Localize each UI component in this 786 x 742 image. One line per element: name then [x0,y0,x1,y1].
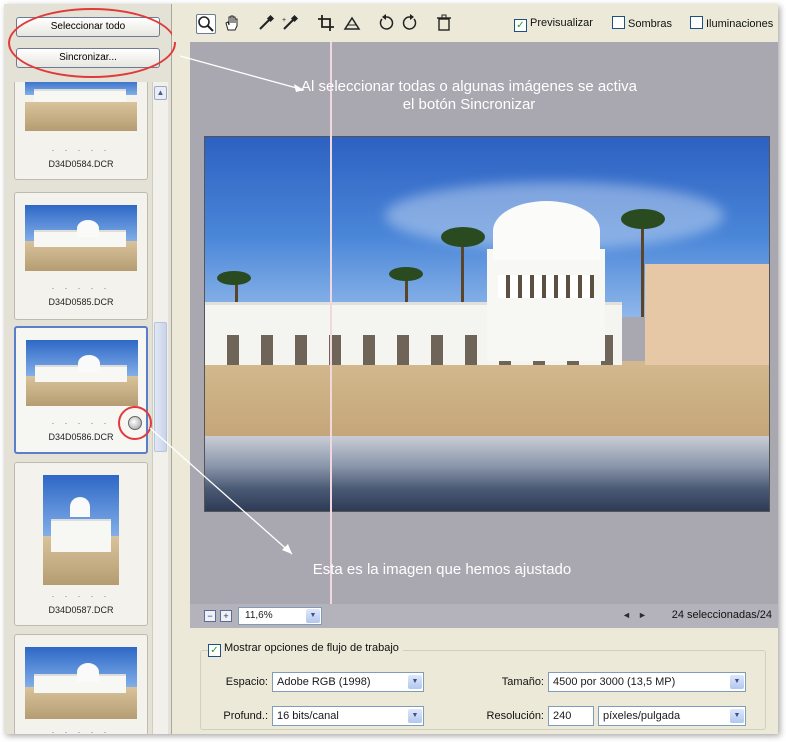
guide-line [330,42,332,604]
crop-icon[interactable] [316,14,336,34]
thumbnail-card[interactable]: . . . . . [14,634,148,734]
scroll-up-icon[interactable]: ▲ [154,86,167,100]
adjusted-settings-icon [128,416,142,430]
zoom-level-select[interactable]: 11,6% ▼ [238,607,322,625]
thumbnail-filename: D34D0584.DCR [48,159,114,169]
thumbnail-filename: D34D0587.DCR [48,605,114,615]
straighten-icon[interactable] [342,14,362,34]
zoom-icon[interactable] [196,14,216,34]
eyedropper-icon[interactable] [256,14,276,34]
resolution-label: Resolución: [486,710,544,722]
hand-icon[interactable] [222,14,242,34]
thumbnail-strip: . . . . . D34D0584.DCR . . . . . D34D058… [10,82,154,734]
zoom-out-button[interactable]: − [204,610,216,622]
next-image-button[interactable]: ► [638,610,647,620]
highlights-checkbox[interactable]: Iluminaciones [690,16,773,32]
chevron-down-icon[interactable]: ▼ [306,609,320,623]
thumbnail-card-selected[interactable]: . . . . . D34D0586.DCR [14,326,152,454]
checkmark-icon[interactable]: ✓ [514,19,527,32]
trash-icon[interactable] [434,14,454,34]
thumbnail-filename: D34D0586.DCR [48,432,114,442]
svg-text:+: + [282,17,286,24]
image-size-select[interactable]: 4500 por 3000 (13,5 MP) ▼ [548,672,746,692]
space-label: Espacio: [225,676,268,688]
thumbnail-image [25,647,137,719]
preview-photo[interactable] [204,136,770,512]
tools-toolbar: + ✓ Previsualizar Sombras Iluminaciones [172,4,778,42]
thumbnail-filename: D34D0585.DCR [48,297,114,307]
size-label: Tamaño: [501,676,544,688]
chevron-down-icon[interactable]: ▼ [730,675,744,689]
rating-dots[interactable]: . . . . . [15,281,147,291]
shadows-checkbox[interactable]: Sombras [612,16,672,32]
preview-statusbar: − + 11,6% ▼ ◄ ► 24 seleccionadas/24 [190,604,778,628]
camera-raw-window: Seleccionar todo Sincronizar... . . . . … [4,4,778,734]
bit-depth-select[interactable]: 16 bits/canal ▼ [272,706,424,726]
filmstrip-scrollbar[interactable]: ▲ [152,82,168,734]
select-all-button[interactable]: Seleccionar todo [16,17,160,37]
thumbnail-card[interactable]: . . . . . D34D0584.DCR [14,82,148,180]
rotate-left-icon[interactable] [376,14,396,34]
synchronize-button[interactable]: Sincronizar... [16,48,160,68]
thumbnail-card[interactable]: . . . . . D34D0585.DCR [14,192,148,320]
rating-dots[interactable]: . . . . . [16,416,146,426]
zoom-in-button[interactable]: + [220,610,232,622]
previous-image-button[interactable]: ◄ [622,610,631,620]
thumbnail-card[interactable]: . . . . . D34D0587.DCR [14,462,148,626]
image-preview-area[interactable] [190,42,778,604]
filmstrip-panel: Seleccionar todo Sincronizar... . . . . … [4,4,176,734]
selection-count: 24 seleccionadas/24 [671,609,772,621]
annotation-adjusted-image: Esta es la imagen que hemos ajustado [312,561,572,578]
rotate-right-icon[interactable] [400,14,420,34]
annotation-sync: Al seleccionar todas o algunas imágenes … [300,78,638,113]
chevron-down-icon[interactable]: ▼ [408,675,422,689]
depth-label: Profund.: [223,710,268,722]
checkbox-box[interactable] [690,16,703,29]
thumbnail-image [25,82,137,131]
preview-checkbox[interactable]: ✓ Previsualizar [514,16,593,32]
chevron-down-icon[interactable]: ▼ [730,709,744,723]
color-space-select[interactable]: Adobe RGB (1998) ▼ [272,672,424,692]
thumbnail-image [26,340,138,406]
resolution-input[interactable]: 240 [548,706,594,726]
thumbnail-image [43,475,119,585]
thumbnail-image [25,205,137,271]
checkbox-box[interactable] [612,16,625,29]
rating-dots[interactable]: . . . . . [15,143,147,153]
show-workflow-checkbox[interactable]: ✓ Mostrar opciones de flujo de trabajo [208,642,403,657]
rating-dots[interactable]: . . . . . [15,589,147,599]
rating-dots[interactable]: . . . . . [15,725,147,734]
scrollbar-thumb[interactable] [154,322,167,452]
workflow-options: ✓ Mostrar opciones de flujo de trabajo Es… [190,628,778,734]
resolution-unit-select[interactable]: píxeles/pulgada ▼ [598,706,746,726]
color-sampler-icon[interactable]: + [280,14,300,34]
checkmark-icon[interactable]: ✓ [208,644,221,657]
chevron-down-icon[interactable]: ▼ [408,709,422,723]
